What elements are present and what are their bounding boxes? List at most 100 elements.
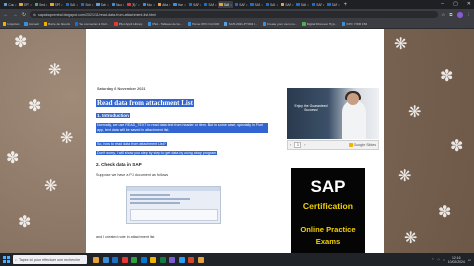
close-tab-icon[interactable]: × — [323, 3, 325, 7]
bookmark-star-icon[interactable]: ☆ — [441, 12, 445, 18]
menu-icon[interactable]: ⋮ — [467, 12, 472, 18]
close-tab-icon[interactable]: × — [30, 3, 32, 7]
close-tab-icon[interactable]: × — [169, 3, 171, 7]
bookmark-item[interactable]: SAH-2021-PY002 I... — [224, 22, 258, 26]
browser-tab[interactable]: Nuovo× — [111, 1, 126, 8]
browser-tab[interactable]: Cours× — [3, 1, 18, 8]
ad-line-4: Exams — [315, 237, 341, 246]
close-tab-icon[interactable]: × — [76, 3, 78, 7]
bookmark-item[interactable]: VSA - Tableau de bo... — [147, 22, 183, 26]
browser-tab[interactable]: SAP V× — [203, 1, 218, 8]
close-tab-icon[interactable]: × — [123, 3, 125, 7]
browser-tab[interactable]: SAP J× — [326, 1, 341, 8]
notifications-icon[interactable]: ▭ — [468, 258, 471, 262]
browser-tab[interactable]: SAP L× — [234, 1, 249, 8]
bookmark-item[interactable]: Pilot Appli Library — [114, 22, 143, 26]
reload-icon[interactable]: ↻ — [21, 12, 27, 18]
browser-tab[interactable]: SAP L× — [65, 1, 80, 8]
close-tab-icon[interactable]: × — [184, 3, 186, 7]
bookmark-item[interactable]: Digital Discover Hyp... — [302, 22, 337, 26]
browser-tab[interactable]: SAP T× — [265, 1, 280, 8]
close-tab-icon[interactable]: × — [61, 3, 63, 7]
pinned-app-icon[interactable] — [131, 256, 137, 263]
close-tab-icon[interactable]: × — [307, 3, 309, 7]
browser-tab[interactable]: SAP t× — [218, 1, 234, 8]
close-tab-icon[interactable]: × — [153, 3, 155, 7]
extensions-icon[interactable]: ⧉ — [449, 12, 452, 17]
close-tab-icon[interactable]: × — [46, 3, 48, 7]
new-tab-button[interactable]: + — [344, 2, 348, 8]
sap-document-screenshot[interactable] — [126, 186, 221, 224]
volume-icon[interactable]: ♪ — [443, 258, 445, 262]
slide-page-number[interactable]: 3 — [294, 142, 302, 148]
browser-tab[interactable]: SPT(1)× — [49, 1, 64, 8]
close-tab-icon[interactable]: × — [246, 3, 248, 7]
pinned-app-icon[interactable] — [188, 256, 194, 263]
close-tab-icon[interactable]: × — [138, 3, 140, 7]
tab-favicon-icon — [4, 2, 8, 7]
taskbar-search[interactable]: ⌕ Tapez ici pour effectuer une recherche — [13, 255, 87, 264]
minimize-icon[interactable]: – — [441, 1, 444, 7]
bookmark-item[interactable]: Importés — [3, 22, 19, 26]
start-button[interactable] — [3, 256, 10, 263]
pinned-app-icon[interactable] — [121, 256, 128, 263]
bookmark-item[interactable]: Se connecter à Outl... — [75, 22, 109, 26]
browser-tab[interactable]: SAP T× — [280, 1, 295, 8]
bookmark-item[interactable]: KPC Y/DR 150 — [342, 22, 367, 26]
browser-tab[interactable]: SPT(1)× — [18, 1, 33, 8]
close-tab-icon[interactable]: × — [292, 3, 294, 7]
site-info-icon[interactable]: ⊜ — [33, 13, 36, 17]
pinned-app-icon[interactable] — [93, 256, 99, 263]
bookmark-favicon-icon — [224, 22, 228, 26]
bookmark-favicon-icon — [75, 22, 79, 26]
browser-tab[interactable]: Schede× — [95, 1, 110, 8]
browser-tab[interactable]: SAP L× — [188, 1, 203, 8]
address-bar[interactable]: ⊜ sapabapcentral.blogspot.com/2021/11/re… — [30, 11, 439, 18]
clock[interactable]: 12:16 10/02/2024 — [448, 256, 465, 264]
browser-tab[interactable]: Scheo× — [80, 1, 95, 8]
google-slides-link[interactable]: Google Slides — [349, 143, 376, 147]
profile-avatar[interactable] — [456, 11, 463, 18]
next-slide-button[interactable]: › — [304, 143, 305, 147]
close-window-icon[interactable]: ✕ — [467, 1, 471, 7]
pinned-app-icon[interactable] — [159, 256, 166, 263]
ad-line-1: SAP — [310, 177, 346, 196]
close-tab-icon[interactable]: × — [230, 3, 232, 7]
close-tab-icon[interactable]: × — [276, 3, 278, 7]
close-tab-icon[interactable]: × — [107, 3, 109, 7]
wifi-icon[interactable]: ◠ — [437, 258, 440, 262]
maximize-icon[interactable]: ▢ — [453, 1, 458, 7]
browser-tab[interactable]: SAP F× — [249, 1, 264, 8]
bookmark-item[interactable]: Home KPC CLOUD — [187, 22, 219, 26]
bookmark-label: Se connecter à Outl... — [79, 22, 110, 26]
browser-tab[interactable]: Handl× — [172, 1, 187, 8]
pinned-app-icon[interactable] — [102, 256, 109, 263]
close-tab-icon[interactable]: × — [215, 3, 217, 7]
chevron-up-icon[interactable]: ⌃ — [431, 258, 434, 262]
sap-certification-ad[interactable]: SAP Certification Online Practice Exams — [291, 168, 365, 253]
pinned-app-icon[interactable] — [178, 256, 185, 263]
pinned-app-icon[interactable] — [112, 256, 118, 263]
pinned-app-icon[interactable] — [150, 256, 156, 263]
browser-tab[interactable]: SAP F× — [311, 1, 326, 8]
forward-icon[interactable]: → — [12, 12, 18, 18]
pinned-app-icon[interactable] — [169, 256, 175, 263]
close-tab-icon[interactable]: × — [92, 3, 94, 7]
browser-tab[interactable]: Attach× — [157, 1, 172, 8]
bookmark-item[interactable]: Create your own mo... — [262, 22, 297, 26]
bookmark-item[interactable]: Barre de favoris — [43, 22, 70, 26]
browser-tab[interactable]: Sede d× — [34, 1, 49, 8]
close-tab-icon[interactable]: × — [338, 3, 340, 7]
pinned-app-icon[interactable] — [140, 256, 147, 263]
prev-slide-button[interactable]: ‹ — [290, 143, 291, 147]
browser-tab[interactable]: Mod × — [142, 1, 157, 8]
pinned-app-icon[interactable] — [197, 256, 204, 263]
close-tab-icon[interactable]: × — [261, 3, 263, 7]
close-tab-icon[interactable]: × — [15, 3, 17, 7]
slides-embed[interactable]: Enjoy the Guaranteed Success! — [287, 88, 379, 139]
browser-tab[interactable]: (8) You× — [126, 1, 141, 8]
close-tab-icon[interactable]: × — [200, 3, 202, 7]
back-icon[interactable]: ← — [3, 12, 9, 18]
browser-tab[interactable]: SAP I× — [295, 1, 310, 8]
bookmark-item[interactable]: Accueil — [24, 22, 39, 26]
